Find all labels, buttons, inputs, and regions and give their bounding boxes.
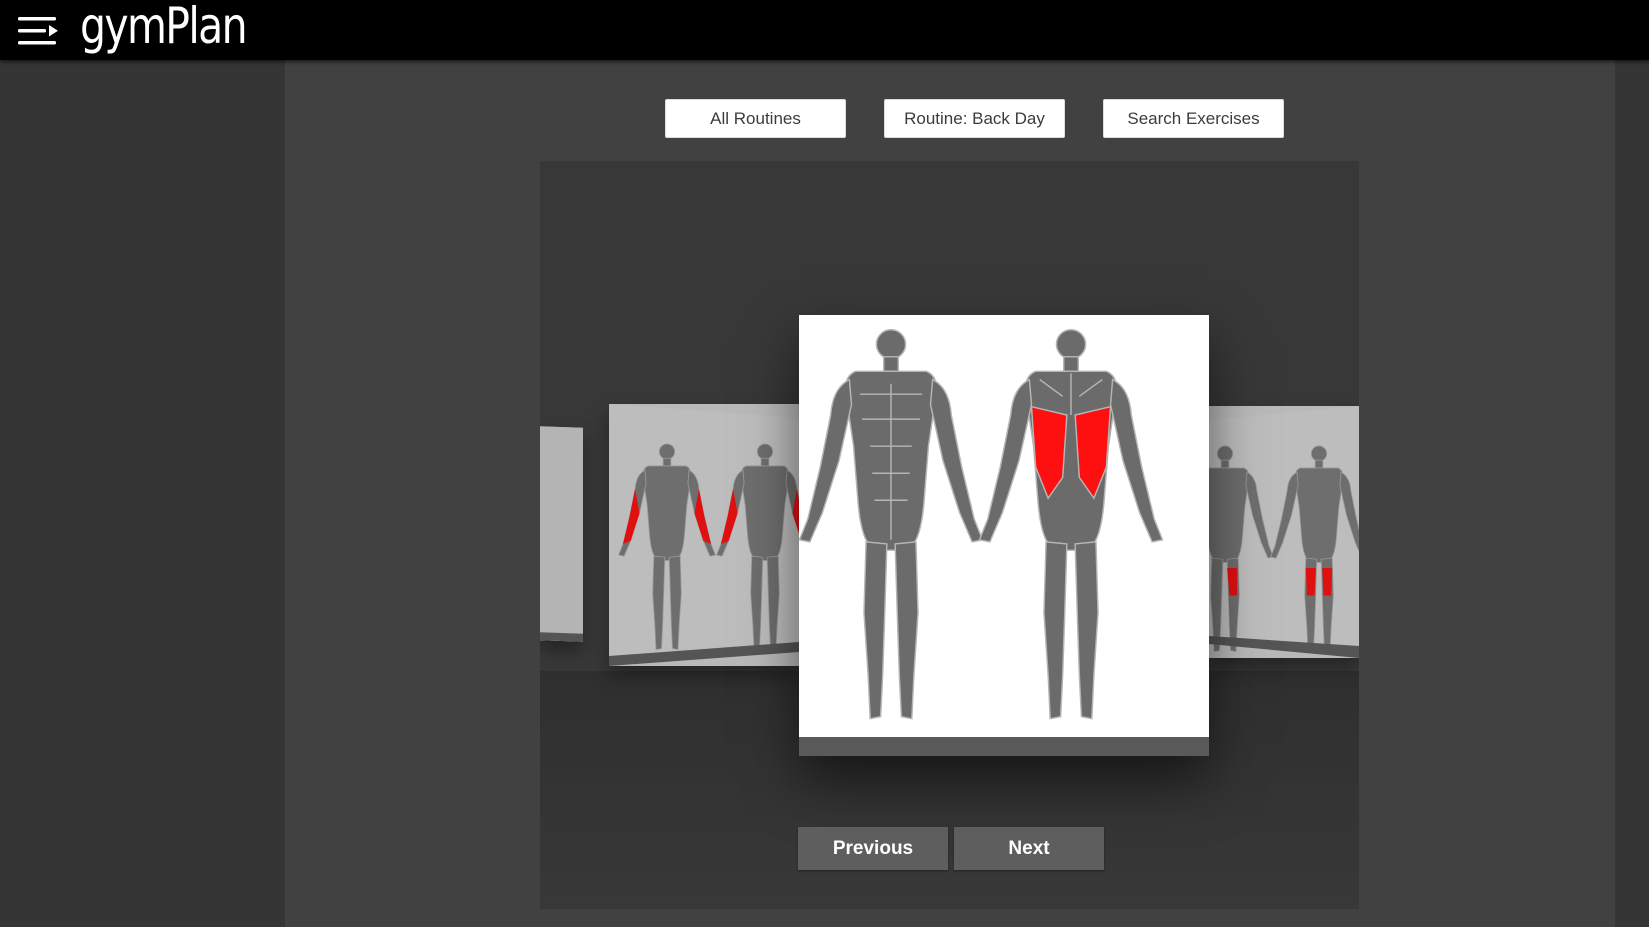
search-exercises-button[interactable]: Search Exercises [1103,99,1284,138]
routine-back-day-button[interactable]: Routine: Back Day [884,99,1065,138]
all-routines-button[interactable]: All Routines [665,99,846,138]
next-button[interactable]: Next [954,827,1104,870]
menu-hamburger-icon[interactable] [18,14,60,48]
app-logo[interactable]: gymPlan [80,0,248,58]
exercise-carousel: Previous Next [540,161,1359,909]
previous-button[interactable]: Previous [798,827,948,870]
slide-base [799,737,1209,756]
carousel-slide-hamstrings[interactable] [1209,406,1359,658]
muscle-diagram-image [609,404,799,666]
carousel-slide-far-left[interactable] [540,426,583,642]
carousel-slide-forearms[interactable] [609,404,799,666]
muscle-diagram-image [799,315,1209,737]
carousel-slide-active-lats[interactable] [799,315,1209,756]
muscle-diagram-image [1209,406,1359,658]
muscle-diagram-image [540,426,583,642]
top-navbar: gymPlan [0,0,1649,60]
